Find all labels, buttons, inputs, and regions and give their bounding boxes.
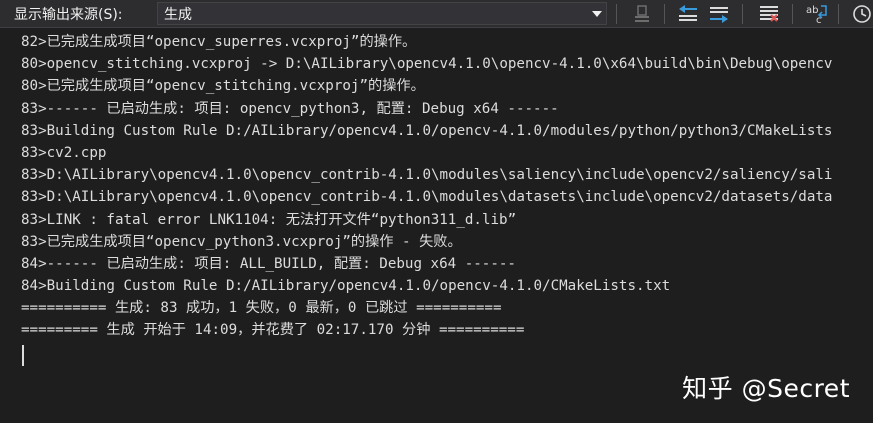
previous-message-icon[interactable] — [674, 2, 702, 26]
output-lines: 82>已完成生成项目“opencv_superres.vcxproj”的操作。 … — [21, 31, 832, 342]
output-source-value: 生成 — [164, 6, 192, 23]
output-line: 83>Building Custom Rule D:/AILibrary/ope… — [21, 122, 833, 139]
output-line: 83>cv2.cpp — [21, 144, 107, 161]
toolbar-separator — [792, 4, 793, 24]
output-source-dropdown[interactable]: 生成 — [157, 2, 607, 25]
show-output-from-label: 显示输出来源(S): — [14, 6, 123, 23]
clock-icon[interactable] — [848, 2, 873, 26]
output-line: ========= 生成 开始于 14:09，并花费了 02:17.170 分钟… — [21, 322, 525, 339]
output-line: 83>------ 已启动生成: 项目: opencv_python3, 配置:… — [21, 100, 559, 117]
text-caret — [22, 345, 24, 366]
clear-all-icon[interactable] — [755, 2, 783, 26]
toolbar-separator — [616, 4, 617, 24]
next-message-icon[interactable] — [705, 2, 733, 26]
toolbar-separator — [838, 4, 839, 24]
output-line: 83>D:\AILibrary\opencv4.1.0\opencv_contr… — [21, 167, 833, 184]
chevron-down-icon[interactable] — [588, 3, 606, 24]
output-line: 82>已完成生成项目“opencv_superres.vcxproj”的操作。 — [21, 34, 417, 50]
output-line: 83>已完成生成项目“opencv_python3.vcxproj”的操作 - … — [21, 233, 462, 250]
output-line: 80>已完成生成项目“opencv_stitching.vcxproj”的操作。 — [21, 78, 425, 95]
output-toolbar: 显示输出来源(S): 生成 ab c — [0, 0, 873, 28]
output-line: 83>D:\AILibrary\opencv4.1.0\opencv_contr… — [21, 189, 833, 206]
watermark: 知乎 @Secret — [682, 374, 850, 403]
clear-output-icon[interactable] — [628, 2, 656, 26]
output-line: 80>opencv_stitching.vcxproj -> D:\AILibr… — [21, 56, 833, 73]
output-line: 84>------ 已启动生成: 项目: ALL_BUILD, 配置: Debu… — [21, 255, 516, 272]
output-line: 84>Building Custom Rule D:/AILibrary/ope… — [21, 278, 671, 295]
output-pane[interactable]: 82>已完成生成项目“opencv_superres.vcxproj”的操作。 … — [0, 28, 873, 423]
toolbar-separator — [742, 4, 743, 24]
output-line: ========== 生成: 83 成功，1 失败，0 最新，0 已跳过 ===… — [21, 300, 502, 317]
toolbar-separator — [664, 4, 665, 24]
word-wrap-icon[interactable]: ab c — [803, 2, 831, 26]
output-line: 83>LINK : fatal error LNK1104: 无法打开文件“py… — [21, 211, 517, 228]
